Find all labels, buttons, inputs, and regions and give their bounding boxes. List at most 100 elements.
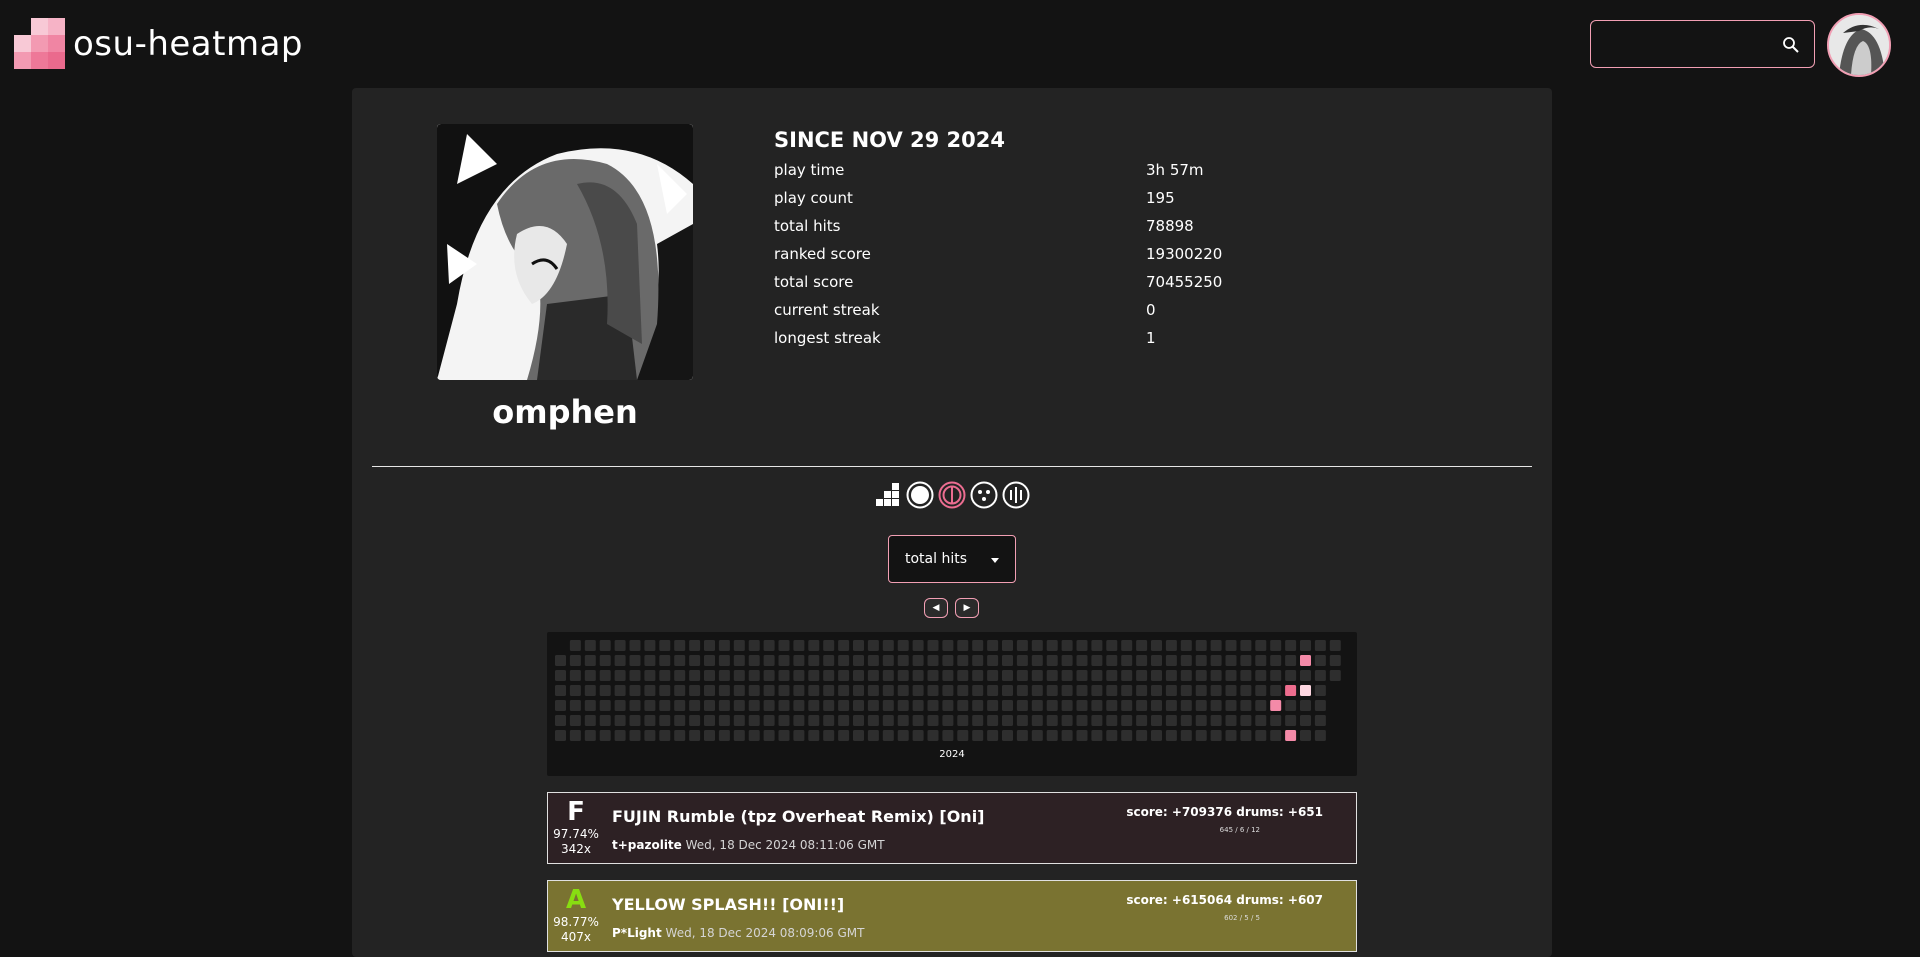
heatmap-cell[interactable] — [733, 670, 745, 681]
heatmap-cell[interactable] — [1225, 700, 1237, 711]
heatmap-cell[interactable] — [957, 730, 969, 741]
heatmap-cell[interactable] — [793, 730, 805, 741]
heatmap-cell[interactable] — [882, 730, 894, 741]
heatmap-cell[interactable] — [972, 670, 984, 681]
heatmap-cell[interactable] — [912, 640, 924, 651]
search-input[interactable] — [1601, 29, 1771, 59]
heatmap-cell[interactable] — [644, 700, 656, 711]
heatmap-cell[interactable] — [1285, 700, 1297, 711]
heatmap-cell[interactable] — [942, 730, 954, 741]
heatmap-cell[interactable] — [1240, 715, 1252, 726]
heatmap-cell[interactable] — [927, 730, 939, 741]
heatmap-cell[interactable] — [644, 715, 656, 726]
heatmap-cell[interactable] — [1121, 670, 1133, 681]
heatmap-cell[interactable] — [1061, 655, 1073, 666]
heatmap-cell[interactable] — [778, 640, 790, 651]
heatmap-cell[interactable] — [927, 685, 939, 696]
heatmap-cell[interactable] — [1165, 715, 1177, 726]
heatmap-cell[interactable] — [1076, 700, 1088, 711]
heatmap-cell[interactable] — [972, 730, 984, 741]
heatmap-cell[interactable] — [674, 640, 686, 651]
heatmap-cell[interactable] — [1031, 685, 1043, 696]
heatmap-cell[interactable] — [1255, 715, 1267, 726]
heatmap-cell[interactable] — [629, 670, 641, 681]
heatmap-cell[interactable] — [867, 670, 879, 681]
heatmap-cell[interactable] — [957, 640, 969, 651]
heatmap-cell[interactable] — [629, 730, 641, 741]
heatmap-cell[interactable] — [1046, 730, 1058, 741]
heatmap-cell[interactable] — [599, 655, 611, 666]
heatmap-cell[interactable] — [987, 670, 999, 681]
heatmap-cell[interactable] — [1225, 670, 1237, 681]
heatmap-cell[interactable] — [748, 670, 760, 681]
heatmap-cell[interactable] — [689, 715, 701, 726]
heatmap-cell[interactable] — [1210, 715, 1222, 726]
heatmap-cell[interactable] — [629, 640, 641, 651]
heatmap-cell[interactable] — [614, 700, 626, 711]
heatmap-cell[interactable] — [763, 730, 775, 741]
mania-icon[interactable] — [1002, 481, 1030, 509]
heatmap-cell[interactable] — [823, 730, 835, 741]
heatmap-cell[interactable] — [1314, 715, 1326, 726]
heatmap-cell[interactable] — [1121, 730, 1133, 741]
heatmap-cell[interactable] — [1151, 715, 1162, 726]
heatmap-cell[interactable] — [1016, 700, 1028, 711]
heatmap-cell[interactable] — [853, 685, 864, 696]
heatmap-cell[interactable] — [867, 655, 879, 666]
heatmap-cell[interactable] — [823, 655, 835, 666]
heatmap-cell[interactable] — [614, 640, 626, 651]
heatmap-cell[interactable] — [853, 715, 864, 726]
heatmap-cell[interactable] — [1136, 715, 1148, 726]
heatmap-cell[interactable] — [1076, 655, 1088, 666]
heatmap-cell[interactable] — [1240, 685, 1252, 696]
heatmap-cell[interactable] — [1180, 715, 1192, 726]
heatmap-cell[interactable] — [763, 685, 775, 696]
heatmap-cell[interactable] — [1180, 670, 1192, 681]
heatmap-cell[interactable] — [987, 655, 999, 666]
heatmap-cell[interactable] — [987, 715, 999, 726]
heatmap-cell[interactable] — [882, 700, 894, 711]
heatmap-cell[interactable] — [1031, 670, 1043, 681]
heatmap-cell[interactable] — [1046, 700, 1058, 711]
heatmap-cell[interactable] — [1314, 670, 1326, 681]
heatmap-cell[interactable] — [882, 670, 894, 681]
heatmap-cell[interactable] — [599, 685, 611, 696]
heatmap-cell[interactable] — [733, 685, 745, 696]
heatmap-cell[interactable] — [584, 655, 596, 666]
heatmap-cell[interactable] — [1136, 685, 1148, 696]
heatmap-cell[interactable] — [659, 730, 671, 741]
heatmap-cell[interactable] — [1002, 640, 1013, 651]
app-logo[interactable]: osu-heatmap — [14, 18, 303, 69]
heatmap-cell[interactable] — [1121, 640, 1133, 651]
heatmap-cell[interactable] — [689, 640, 701, 651]
heatmap-cell[interactable] — [1046, 685, 1058, 696]
heatmap-cell[interactable] — [778, 700, 790, 711]
heatmap-cell[interactable] — [1300, 640, 1311, 651]
heatmap-cell[interactable] — [1165, 685, 1177, 696]
heatmap-cell[interactable] — [793, 700, 805, 711]
heatmap-cell[interactable] — [1061, 640, 1073, 651]
heatmap-cell[interactable] — [987, 685, 999, 696]
metric-select[interactable]: total hits — [888, 535, 1016, 583]
heatmap-cell[interactable] — [748, 685, 760, 696]
heatmap-cell[interactable] — [1225, 655, 1237, 666]
heatmap-cell[interactable] — [733, 715, 745, 726]
heatmap-cell[interactable] — [674, 670, 686, 681]
heatmap-cell[interactable] — [644, 655, 656, 666]
heatmap-cell[interactable] — [972, 685, 984, 696]
heatmap-cell[interactable] — [912, 700, 924, 711]
heatmap-cell[interactable] — [1240, 670, 1252, 681]
heatmap-cell[interactable] — [1285, 640, 1297, 651]
taiko-icon[interactable] — [938, 481, 966, 509]
heatmap-cell[interactable] — [1076, 730, 1088, 741]
heatmap-cell[interactable] — [1195, 670, 1207, 681]
heatmap-cell[interactable] — [1002, 715, 1013, 726]
heatmap-cell[interactable] — [853, 640, 864, 651]
heatmap-cell[interactable] — [763, 700, 775, 711]
heatmap-cell[interactable] — [1210, 655, 1222, 666]
beatmap-title[interactable]: FUJIN Rumble (tpz Overheat Remix) [Oni] — [612, 807, 985, 826]
heatmap-cell[interactable] — [1091, 655, 1103, 666]
heatmap-cell[interactable] — [838, 730, 850, 741]
heatmap-cell[interactable] — [1091, 670, 1103, 681]
heatmap-cell[interactable] — [1091, 730, 1103, 741]
